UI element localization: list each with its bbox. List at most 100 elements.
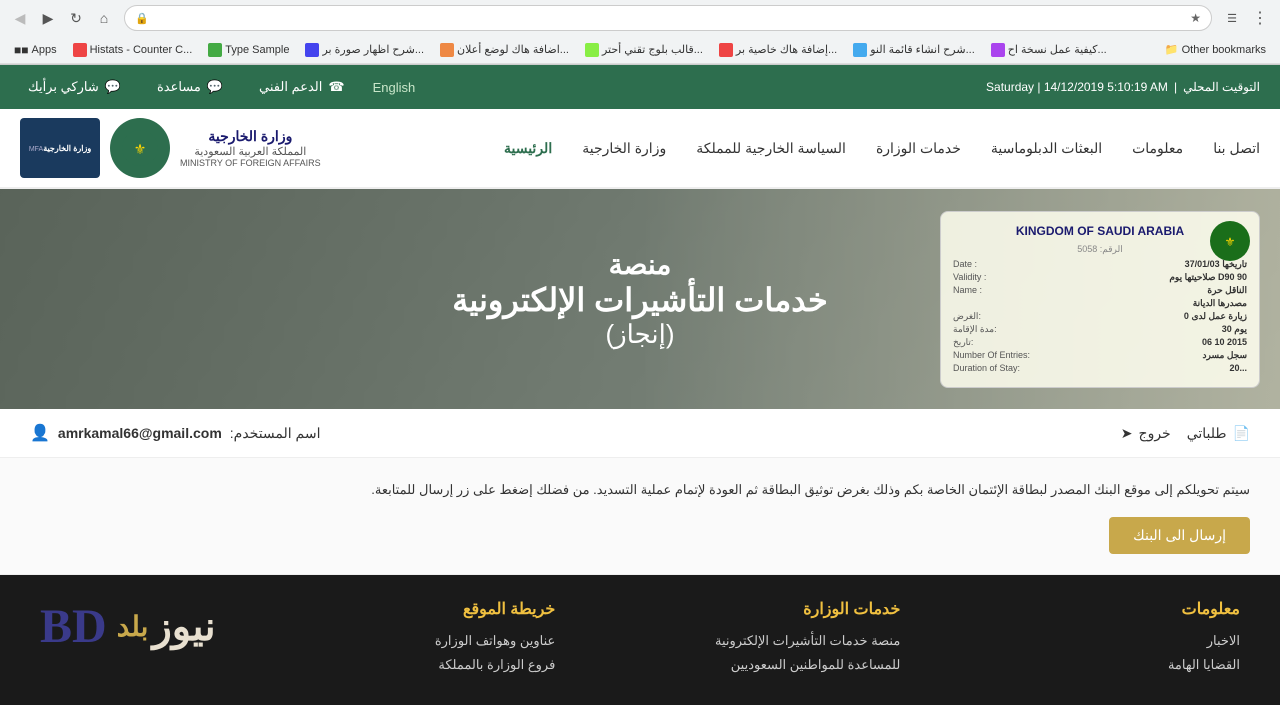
apps-label: Apps <box>32 44 57 56</box>
address-input[interactable]: enjazit.com.sa/Payment/RedirectToBank <box>155 11 1185 25</box>
visa-row-date: Date : تاريخها 37/01/03 <box>953 259 1247 270</box>
share-button[interactable]: 💬 شاركي برأيك <box>20 75 129 99</box>
bookmark-8[interactable]: كيفية عمل نسخة اح... <box>985 41 1113 59</box>
footer-link-news[interactable]: الاخبار <box>1060 633 1240 649</box>
bank-redirect-button[interactable]: إرسال الى البنك <box>1109 517 1250 554</box>
folder-icon: 📁 <box>1165 43 1179 56</box>
lock-icon: 🔒 <box>135 12 149 25</box>
address-bar[interactable]: 🔒 enjazit.com.sa/Payment/RedirectToBank … <box>124 5 1212 31</box>
visa-row-entries: Number Of Entries: سجل مسرد <box>953 350 1247 361</box>
nav-buttons: ◀ ▶ ↻ ⌂ <box>8 6 116 30</box>
menu-button[interactable]: ⋮ <box>1248 6 1272 30</box>
visa-row-duration: Duration of Stay: 20... <box>953 363 1247 373</box>
visa-row-validity: Validity : صلاحيتها يوم D90 90 <box>953 272 1247 283</box>
nav-link-home[interactable]: الرئيسية <box>504 136 552 161</box>
bookmark-6[interactable]: إضافة هاك خاصية بر... <box>713 41 843 59</box>
home-button[interactable]: ⌂ <box>92 6 116 30</box>
star-icon[interactable]: ★ <box>1190 11 1201 25</box>
bookmark-type-sample[interactable]: Type Sample <box>202 41 295 59</box>
logout-label: خروج <box>1139 425 1171 442</box>
user-actions: 📄 طلباتي خروج ➤ <box>1121 425 1250 442</box>
back-button[interactable]: ◀ <box>8 6 32 30</box>
bookmark-5[interactable]: قالب بلوج تقني أحتر... <box>579 41 709 59</box>
bookmark-other[interactable]: 📁 Other bookmarks <box>1159 41 1272 58</box>
top-bar-right: English ☎ الدعم الفني 💬 مساعدة 💬 شاركي ب… <box>20 75 415 99</box>
bookmark-favicon <box>585 43 599 57</box>
forward-button[interactable]: ▶ <box>36 6 60 30</box>
exit-icon: ➤ <box>1121 425 1133 442</box>
payment-section: سيتم تحويلكم إلى موقع البنك المصدر لبطاق… <box>0 458 1280 575</box>
refresh-button[interactable]: ↻ <box>64 6 88 30</box>
hero-title-main: منصة <box>452 248 828 281</box>
bookmark-favicon <box>853 43 867 57</box>
bank-redirect-label: إرسال الى البنك <box>1133 527 1226 543</box>
hero-title-sub: خدمات التأشيرات الإلكترونية <box>452 281 828 319</box>
english-link[interactable]: English <box>373 80 416 95</box>
footer-col-info-title: معلومات <box>1060 599 1240 619</box>
hero-section: منصة خدمات التأشيرات الإلكترونية (إنجاز)… <box>0 189 1280 409</box>
bookmark-label: Histats - Counter C... <box>90 44 193 56</box>
nav-link-ministry[interactable]: وزارة الخارجية <box>582 136 666 161</box>
logout-link[interactable]: خروج ➤ <box>1121 425 1171 442</box>
datetime-value: Saturday | 14/12/2019 5:10:19 AM <box>986 80 1168 94</box>
ministry-name-en: MINISTRY OF FOREIGN AFFAIRS <box>180 158 321 168</box>
logo-area: وزارة الخارجية المملكة العربية السعودية … <box>20 118 321 178</box>
bookmark-3[interactable]: شرح اظهار صورة بر... <box>299 41 430 59</box>
nav-link-contact[interactable]: اتصل بنا <box>1213 136 1260 161</box>
nav-link-info[interactable]: معلومات <box>1132 136 1183 161</box>
hero-title-brand: (إنجاز) <box>452 319 828 350</box>
nav-link-foreign-policy[interactable]: السياسة الخارجية للمملكة <box>696 136 846 161</box>
browser-toolbar: ◀ ▶ ↻ ⌂ 🔒 enjazit.com.sa/Payment/Redirec… <box>0 0 1280 36</box>
footer-link-contacts[interactable]: عناوين وهواتف الوزارة <box>375 633 555 649</box>
footer-col-info: معلومات الاخبار القضايا الهامة <box>1060 599 1240 681</box>
visa-row-date2: تاريخ: 06 10 2015 <box>953 337 1247 348</box>
list-icon: 📄 <box>1233 425 1250 442</box>
footer-col-sitemap-title: خريطة الموقع <box>375 599 555 619</box>
datetime-separator: | <box>1174 80 1177 94</box>
footer-link-issues[interactable]: القضايا الهامة <box>1060 657 1240 673</box>
site-wrapper: التوقيت المحلي | Saturday | 14/12/2019 5… <box>0 65 1280 705</box>
address-icons: ★ <box>1190 11 1201 25</box>
nav-bar: اتصل بنا معلومات البعثات الدبلوماسية خدم… <box>0 109 1280 189</box>
bookmark-favicon <box>719 43 733 57</box>
bookmark-7[interactable]: شرح انشاء قائمة النو... <box>847 41 981 59</box>
payment-button-area: إرسال الى البنك <box>30 517 1250 554</box>
bookmark-4[interactable]: اضافة هاك لوضع أعلان... <box>434 41 575 59</box>
top-bar-left: التوقيت المحلي | Saturday | 14/12/2019 5… <box>986 80 1260 94</box>
nav-link-services[interactable]: خدمات الوزارة <box>876 136 961 161</box>
support-label: الدعم الفني <box>259 79 322 95</box>
bookmark-favicon <box>208 43 222 57</box>
bookmark-label: Type Sample <box>225 44 289 56</box>
bookmark-label: Other bookmarks <box>1182 44 1266 56</box>
footer-link-visa-platform[interactable]: منصة خدمات التأشيرات الإلكترونية <box>715 633 900 649</box>
help-button[interactable]: 💬 مساعدة <box>149 75 231 99</box>
nav-link-missions[interactable]: البعثات الدبلوماسية <box>991 136 1102 161</box>
mfa-logo: وزارة الخارجية MFA <box>20 118 100 178</box>
footer-logo-news: نيوز <box>152 603 215 650</box>
bookmark-histats[interactable]: Histats - Counter C... <box>67 41 199 59</box>
footer-logo-balad: بلد <box>117 610 149 643</box>
footer-logo-main: نيوز بلد <box>117 603 216 650</box>
hero-text: منصة خدمات التأشيرات الإلكترونية (إنجاز) <box>452 248 828 350</box>
visa-row-religion: مصدرها الديانة <box>953 298 1247 309</box>
footer-link-saudi-citizens[interactable]: للمساعدة للمواطنين السعوديين <box>715 657 900 673</box>
bookmark-label: قالب بلوج تقني أحتر... <box>602 43 703 56</box>
apps-bookmark[interactable]: ■■ Apps <box>8 41 63 59</box>
help-icon: 💬 <box>207 79 223 95</box>
footer-col-services-title: خدمات الوزارة <box>715 599 900 619</box>
ministry-name-ar: وزارة الخارجية <box>180 128 321 145</box>
footer-col-services: خدمات الوزارة منصة خدمات التأشيرات الإلك… <box>715 599 900 681</box>
my-requests-link[interactable]: 📄 طلباتي <box>1187 425 1250 442</box>
footer-link-branches[interactable]: فروع الوزارة بالمملكة <box>375 657 555 673</box>
user-info: اسم المستخدم: amrkamal66@gmail.com 👤 <box>30 423 321 443</box>
help-label: مساعدة <box>157 79 201 95</box>
top-bar: التوقيت المحلي | Saturday | 14/12/2019 5… <box>0 65 1280 109</box>
footer: معلومات الاخبار القضايا الهامة خدمات الو… <box>0 575 1280 705</box>
share-icon: 💬 <box>105 79 121 95</box>
saudi-emblem-hero: ⚜ <box>1210 221 1250 261</box>
bd-logo: BD <box>40 599 107 654</box>
bookmark-favicon <box>305 43 319 57</box>
support-button[interactable]: ☎ الدعم الفني <box>251 75 353 99</box>
extensions-button[interactable]: ☰ <box>1220 6 1244 30</box>
share-label: شاركي برأيك <box>28 79 99 95</box>
